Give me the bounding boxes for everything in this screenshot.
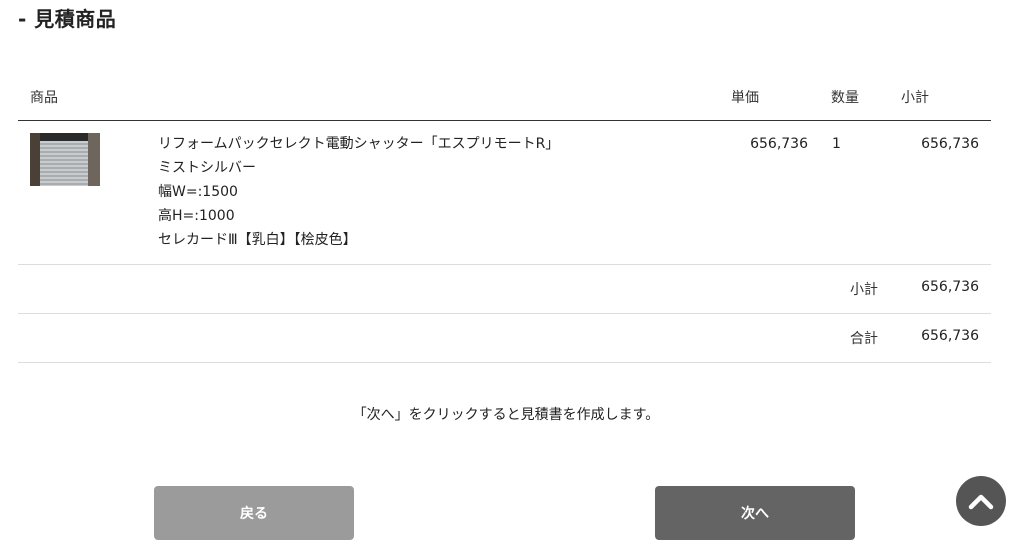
header-product: 商品 — [30, 90, 58, 106]
total-row: 合計 656,736 — [18, 314, 991, 363]
product-description: リフォームパックセレクト電動シャッター「エスプリモートR」 ミストシルバー 幅W… — [158, 135, 559, 255]
item-subtotal: 656,736 — [921, 136, 979, 152]
header-unit-price: 単価 — [731, 90, 759, 106]
subtotal-label: 小計 — [850, 282, 878, 298]
table-header: 商品 単価 数量 小計 — [18, 80, 991, 121]
scroll-to-top-button[interactable] — [956, 476, 1006, 526]
product-thumbnail — [30, 133, 100, 186]
total-label: 合計 — [850, 331, 878, 347]
subtotal-value: 656,736 — [921, 279, 979, 295]
subtotal-row: 小計 656,736 — [18, 265, 991, 314]
shutter-image — [40, 141, 88, 186]
product-color: ミストシルバー — [158, 160, 256, 176]
next-button[interactable]: 次へ — [655, 486, 855, 540]
section-title: - 見積商品 — [18, 7, 117, 31]
header-subtotal: 小計 — [901, 90, 929, 106]
item-quantity: 1 — [832, 136, 841, 152]
instruction-text: 「次へ」をクリックすると見積書を作成します。 — [352, 407, 660, 423]
quote-table: 商品 単価 数量 小計 リフォームパックセレクト電動シャッター「エスプリモートR… — [18, 80, 991, 363]
item-unit-price: 656,736 — [750, 136, 808, 152]
table-row: リフォームパックセレクト電動シャッター「エスプリモートR」 ミストシルバー 幅W… — [18, 121, 991, 265]
chevron-up-icon — [968, 494, 994, 510]
total-value: 656,736 — [921, 328, 979, 344]
header-quantity: 数量 — [831, 90, 859, 106]
product-name: リフォームパックセレクト電動シャッター「エスプリモートR」 — [158, 136, 560, 152]
product-option: セレカードⅢ【乳白】【桧皮色】 — [158, 232, 357, 248]
product-height: 高H=:1000 — [158, 208, 235, 224]
product-width: 幅W=:1500 — [158, 184, 238, 200]
page: - 見積商品 商品 単価 数量 小計 リフォームパックセレクト電動シャッター「エ… — [0, 0, 1012, 546]
back-button[interactable]: 戻る — [154, 486, 354, 540]
